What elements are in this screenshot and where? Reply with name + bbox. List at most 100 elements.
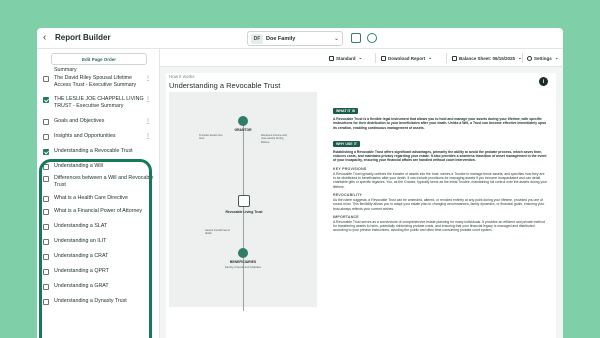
section-label: Goals and Objectives bbox=[54, 118, 105, 124]
key-provisions-text: A Revocable Trust typically outlines the… bbox=[333, 171, 548, 189]
section-label: What is a Health Care Directive bbox=[54, 195, 128, 201]
layout-icon bbox=[329, 55, 334, 61]
more-options-icon[interactable]: ⋮ bbox=[145, 96, 151, 103]
trust-diagram: GRANTOR Transfer assets into trust Recei… bbox=[169, 92, 317, 311]
section-label: Understanding a SLAT bbox=[54, 223, 108, 229]
section-label: Understanding a CRAT bbox=[54, 253, 109, 259]
sidebar-section-item[interactable]: Insights and Opportunities ⋮ bbox=[41, 133, 157, 140]
sidebar-section-item[interactable]: Goals and Objectives ⋮ bbox=[41, 118, 157, 125]
note-receives-income: Receives income and uses assets during l… bbox=[261, 134, 287, 144]
download-icon bbox=[381, 55, 386, 61]
sidebar-section-item[interactable]: Understanding a SLAT bbox=[41, 223, 157, 230]
sidebar-section-item[interactable]: The David Riley Spousal Lifetime Access … bbox=[41, 75, 157, 88]
sidebar-section-item[interactable]: Understanding a Will bbox=[41, 163, 157, 170]
revocability-heading: REVOCABILITY bbox=[333, 192, 363, 197]
download-report-dropdown[interactable]: Download Report ⌄ bbox=[381, 53, 432, 63]
section-label: Insights and Opportunities bbox=[54, 133, 116, 139]
section-checkbox[interactable] bbox=[43, 284, 49, 290]
sidebar-section-item[interactable]: Differences between a Will and Revocable… bbox=[41, 175, 157, 188]
sidebar-section-item[interactable]: What is a Health Care Directive bbox=[41, 195, 157, 202]
gear-icon bbox=[527, 55, 532, 61]
section-checkbox[interactable] bbox=[43, 164, 49, 170]
grantor-label: GRANTOR bbox=[234, 128, 252, 132]
sidebar-section-item[interactable]: Understanding a CRAT bbox=[41, 253, 157, 260]
beneficiaries-node-icon bbox=[238, 248, 248, 258]
section-label: Differences between a Will and Revocable… bbox=[54, 175, 154, 188]
section-label: Understanding an ILIT bbox=[54, 238, 107, 244]
eyebrow-text: How it works bbox=[169, 74, 195, 79]
section-checkbox[interactable] bbox=[43, 299, 49, 305]
refresh-icon[interactable] bbox=[367, 33, 377, 43]
sidebar-section-item[interactable]: Understanding a GRAT bbox=[41, 283, 157, 290]
section-label: The David Riley Spousal Lifetime Access … bbox=[54, 75, 137, 88]
section-checkbox[interactable] bbox=[43, 224, 49, 230]
chevron-down-icon: ⌄ bbox=[428, 55, 433, 60]
note-transfer-assets: Transfer assets into trust bbox=[199, 134, 223, 141]
section-checkbox[interactable] bbox=[43, 134, 49, 140]
section-checkbox[interactable] bbox=[43, 239, 49, 245]
family-select[interactable]: DF Doe Family ⌄ bbox=[247, 31, 343, 46]
section-checkbox[interactable] bbox=[43, 119, 49, 125]
edit-page-order-button[interactable]: Edit Page Order bbox=[51, 53, 147, 65]
trust-label: Revocable Living Trust bbox=[225, 210, 263, 214]
trust-document-icon bbox=[238, 195, 250, 207]
section-label: Understanding a Revocable Trust bbox=[54, 148, 133, 154]
settings-dropdown[interactable]: Settings ⌄ bbox=[527, 53, 559, 63]
beneficiaries-label: BENEFICIARIES bbox=[229, 260, 257, 264]
why-use-it-tag: WHY USE IT bbox=[333, 140, 360, 147]
family-name: Doe Family bbox=[266, 35, 296, 42]
section-label: Summary bbox=[54, 67, 77, 73]
balance-sheet-icon bbox=[452, 55, 457, 61]
report-page: How it works Understanding a Revocable T… bbox=[166, 73, 556, 338]
preview-toolbar: Standard ⌄ Download Report ⌄ Balance She… bbox=[160, 49, 563, 67]
balance-sheet-label: Balance Sheet: 06/15/2025 bbox=[459, 55, 516, 61]
section-checkbox[interactable] bbox=[43, 176, 49, 182]
sidebar-section-item[interactable]: Understanding an ILIT bbox=[41, 238, 157, 245]
balance-sheet-dropdown[interactable]: Balance Sheet: 06/15/2025 ⌄ bbox=[452, 53, 522, 63]
sidebar-section-item[interactable]: Summary bbox=[41, 67, 157, 74]
explanation-text: WHAT IT IS A Revocable Trust is a flexib… bbox=[333, 99, 548, 235]
back-chevron-icon[interactable]: ‹ bbox=[43, 32, 46, 43]
sidebar-section-item[interactable]: What is a Financial Power of Attorney bbox=[41, 208, 157, 215]
revocability-text: As the name suggests, a Revocable Trust … bbox=[333, 197, 545, 211]
section-label: Understanding a Will bbox=[54, 163, 103, 169]
app-window: ‹ Report Builder DF Doe Family ⌄ Edit Pa… bbox=[37, 28, 563, 338]
sidebar-section-item[interactable]: Understanding a Revocable Trust bbox=[41, 148, 157, 155]
section-checkbox[interactable] bbox=[43, 149, 49, 155]
section-checkbox[interactable] bbox=[43, 97, 49, 103]
more-options-icon[interactable]: ⋮ bbox=[145, 75, 151, 82]
settings-label: Settings bbox=[534, 55, 552, 61]
more-options-icon[interactable]: ⋮ bbox=[145, 118, 151, 125]
chevron-down-icon: ⌄ bbox=[554, 55, 559, 60]
section-label: What is a Financial Power of Attorney bbox=[54, 208, 143, 214]
top-bar: ‹ Report Builder DF Doe Family ⌄ bbox=[37, 28, 563, 49]
beneficiaries-sub: Family, Friends and Charities bbox=[224, 265, 262, 269]
report-page-title: Understanding a Revocable Trust bbox=[169, 81, 281, 90]
divider bbox=[522, 53, 523, 63]
info-icon[interactable]: i bbox=[539, 77, 548, 86]
flow-line bbox=[243, 126, 244, 311]
report-sections-sidebar: Edit Page Order Summary The David Riley S… bbox=[37, 49, 160, 338]
section-checkbox[interactable] bbox=[43, 269, 49, 275]
sidebar-section-item[interactable]: Understanding a QPRT bbox=[41, 268, 157, 275]
section-checkbox[interactable] bbox=[43, 209, 49, 215]
importance-text: A Revocable Trust serves as a cornerston… bbox=[333, 219, 545, 233]
key-provisions-heading: KEY PROVISIONS bbox=[333, 166, 367, 171]
page-title: Report Builder bbox=[55, 33, 111, 42]
section-checkbox[interactable] bbox=[43, 196, 49, 202]
standard-label: Standard bbox=[336, 55, 356, 61]
sidebar-section-item[interactable]: THE LESLIE JOE CHAPPELL LIVING TRUST - E… bbox=[41, 96, 157, 109]
chevron-down-icon: ⌄ bbox=[333, 36, 339, 42]
section-label: Understanding a QPRT bbox=[54, 268, 109, 274]
more-options-icon[interactable]: ⋮ bbox=[145, 133, 151, 140]
section-checkbox[interactable] bbox=[43, 76, 49, 82]
calculator-icon[interactable] bbox=[351, 33, 361, 43]
report-preview-canvas[interactable]: How it works Understanding a Revocable T… bbox=[160, 67, 563, 338]
chevron-down-icon: ⌄ bbox=[358, 55, 363, 60]
sidebar-section-item[interactable]: Understanding a Dynasty Trust bbox=[41, 298, 157, 305]
section-label: Understanding a Dynasty Trust bbox=[54, 298, 127, 304]
standard-view-dropdown[interactable]: Standard ⌄ bbox=[329, 53, 362, 63]
section-checkbox[interactable] bbox=[43, 254, 49, 260]
importance-heading: IMPORTANCE bbox=[333, 214, 359, 219]
why-use-it-text: Establishing a Revocable Trust offers si… bbox=[333, 149, 547, 163]
